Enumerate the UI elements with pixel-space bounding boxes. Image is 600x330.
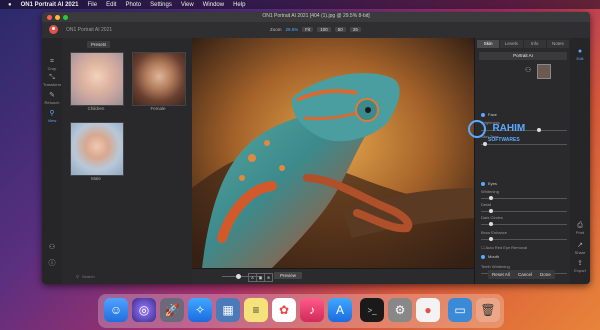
tool-view[interactable]: ⚲ View <box>42 110 62 123</box>
preview-button[interactable]: Preview <box>274 272 303 279</box>
app-header: ON1 Portrait AI 2021 Zoom 29.5% Fit 100 … <box>42 22 590 39</box>
photo-app-icon[interactable]: ▦ <box>216 298 240 322</box>
watermark: RAHIM SOFTWARES <box>468 120 525 143</box>
launchpad-icon[interactable]: 🚀 <box>160 298 184 322</box>
section-eyes[interactable]: Eyes <box>481 181 567 186</box>
retouch-icon: ✎ <box>49 92 55 99</box>
transform-icon: ⤡ <box>49 74 55 81</box>
whitening-label: Whitening <box>481 189 499 194</box>
export-icon: ⇪ <box>577 260 583 267</box>
trash-icon[interactable]: 🗑 <box>476 298 500 322</box>
downloads-folder-icon[interactable]: ▭ <box>448 298 472 322</box>
zoom-label: Zoom <box>270 27 282 32</box>
tool-transform[interactable]: ⤡ Transform <box>42 74 62 87</box>
search-icon: ⚲ <box>76 273 79 279</box>
preset-label: Children <box>87 106 105 111</box>
module-edit[interactable]: ● Edit <box>570 48 590 61</box>
face-thumbnail[interactable] <box>537 64 551 79</box>
teeth-whitening-label: Teeth Whitening <box>481 264 510 269</box>
on1-portrait-ai-icon[interactable]: ● <box>416 298 440 322</box>
module-print[interactable]: ⎙ Print <box>570 222 590 235</box>
preset-label: Female <box>150 106 166 111</box>
zoom-50-button[interactable]: 50 <box>334 27 346 32</box>
siri-icon[interactable]: ◎ <box>132 298 156 322</box>
search-box[interactable]: ⚲ Search <box>76 272 166 280</box>
chameleon-photo <box>192 38 474 268</box>
module-share[interactable]: ↗ Share <box>570 242 590 255</box>
left-toolbar: ⌗ Crop ⤡ Transform ✎ Retouch ⚲ View ⚇ ⓘ <box>42 38 63 284</box>
menu-help[interactable]: Help <box>233 2 245 8</box>
section-mouth[interactable]: Mouth <box>481 254 567 259</box>
tab-notes[interactable]: Notes <box>546 40 569 48</box>
app-store-icon[interactable]: A <box>328 298 352 322</box>
tool-retouch[interactable]: ✎ Retouch <box>42 92 62 105</box>
view-icon: ⚲ <box>49 110 55 117</box>
app-name: ON1 Portrait AI 2021 <box>66 27 113 33</box>
crop-icon: ⌗ <box>50 58 54 65</box>
print-icon: ⎙ <box>577 222 583 229</box>
auto-red-eye-checkbox[interactable]: ☐ Auto Red Eye Removal <box>481 245 567 250</box>
dark-circles-slider[interactable] <box>481 222 567 226</box>
app-window: ON1 Portrait AI 2021 [404 (1).jpg @ 29.5… <box>42 12 590 284</box>
zoom-25-button[interactable]: 25 <box>349 27 361 32</box>
tab-levels[interactable]: Levels <box>500 40 523 48</box>
menu-file[interactable]: File <box>87 2 97 8</box>
brow-enhance-label: Brow Enhance <box>481 230 508 235</box>
menu-bar: ● ON1 Portrait AI 2021 File Edit Photo S… <box>0 0 600 9</box>
edit-icon: ● <box>577 48 583 55</box>
dock: ☺ ◎ 🚀 ✧ ▦ ≡ ✿ ♪ A >_ ⚙ ● ▭ 🗑 <box>98 294 504 328</box>
system-preferences-icon[interactable]: ⚙ <box>388 298 412 322</box>
tab-skin[interactable]: Skin <box>477 40 500 48</box>
help-icon[interactable]: ⓘ <box>42 260 62 268</box>
zoom-100-button[interactable]: 100 <box>317 27 331 32</box>
window-title: ON1 Portrait AI 2021 [404 (1).jpg @ 29.5… <box>262 13 370 19</box>
right-module-bar: ● Edit ⎙ Print ↗ Share ⇪ Export <box>570 38 590 284</box>
safari-icon[interactable]: ✧ <box>188 298 212 322</box>
menu-edit[interactable]: Edit <box>106 2 116 8</box>
zoom-fit-button[interactable]: Fit <box>302 27 314 32</box>
brow-enhance-slider[interactable] <box>481 237 567 241</box>
dark-circles-label: Dark Circles <box>481 215 503 220</box>
music-icon[interactable]: ♪ <box>300 298 324 322</box>
done-button[interactable]: Done <box>536 270 555 279</box>
share-icon: ↗ <box>577 242 583 249</box>
preset-thumb-male[interactable] <box>70 122 124 176</box>
tool-crop[interactable]: ⌗ Crop <box>42 58 62 71</box>
module-export[interactable]: ⇪ Export <box>570 260 590 273</box>
presets-browser: Presets Children Female Male ⚲ Search <box>62 38 193 284</box>
skin-tone-slider[interactable] <box>481 142 567 146</box>
image-canvas[interactable] <box>192 38 474 268</box>
person-icon[interactable]: ⚇ <box>42 244 62 252</box>
whitening-slider[interactable] <box>481 196 567 200</box>
reset-all-button[interactable]: Reset All <box>488 270 514 279</box>
terminal-icon[interactable]: >_ <box>360 298 384 322</box>
zoom-controls: Zoom 29.5% Fit 100 50 25 <box>270 27 361 32</box>
bottom-bar: A ▣ ⊕ Preview <box>192 268 474 284</box>
adjust-panel: Skin Levels Info Notes Portrait AI ⚇ Fac… <box>474 38 571 284</box>
menu-app-name[interactable]: ON1 Portrait AI 2021 <box>21 2 79 8</box>
finder-icon[interactable]: ☺ <box>104 298 128 322</box>
panel-title: Portrait AI <box>479 52 567 60</box>
menu-view[interactable]: View <box>181 2 194 8</box>
section-face[interactable]: Face <box>481 112 567 117</box>
view-mode-3-button[interactable]: ⊕ <box>264 273 273 282</box>
menu-photo[interactable]: Photo <box>125 2 141 8</box>
preset-thumb-female[interactable] <box>132 52 186 106</box>
add-face-icon[interactable]: ⚇ <box>525 66 531 74</box>
zoom-value[interactable]: 29.5% <box>286 27 299 32</box>
tab-presets[interactable]: Presets <box>87 41 111 48</box>
cancel-button[interactable]: Cancel <box>514 270 537 279</box>
watermark-logo-icon <box>468 120 486 138</box>
app-logo-icon <box>49 25 58 34</box>
detail-slider[interactable] <box>481 209 567 213</box>
preset-label: Male <box>91 176 101 181</box>
detail-label: Detail <box>481 202 492 207</box>
tab-info[interactable]: Info <box>523 40 546 48</box>
photos-icon[interactable]: ✿ <box>272 298 296 322</box>
menu-window[interactable]: Window <box>203 2 224 8</box>
preset-thumb-children[interactable] <box>70 52 124 106</box>
apple-menu-icon[interactable]: ● <box>8 2 12 8</box>
notes-icon[interactable]: ≡ <box>244 298 268 322</box>
menu-settings[interactable]: Settings <box>150 2 172 8</box>
